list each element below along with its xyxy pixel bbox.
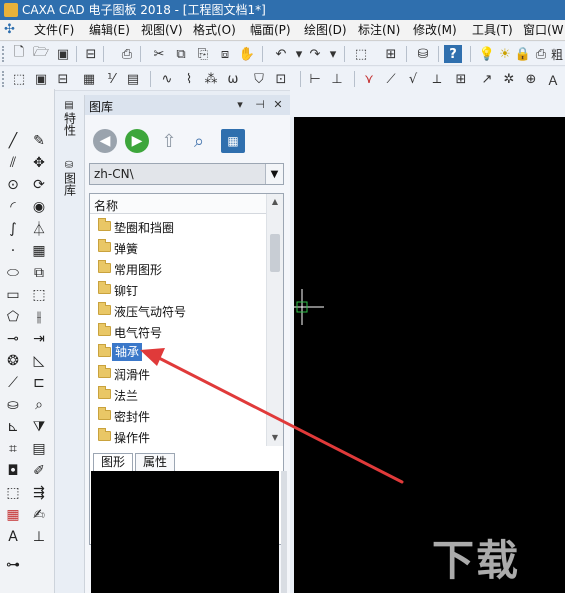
- arrow-head: [140, 348, 165, 366]
- annotation-arrow: [140, 348, 404, 484]
- watermark-logo: 下载吧: [432, 536, 521, 585]
- arrow-shaft: [153, 354, 404, 484]
